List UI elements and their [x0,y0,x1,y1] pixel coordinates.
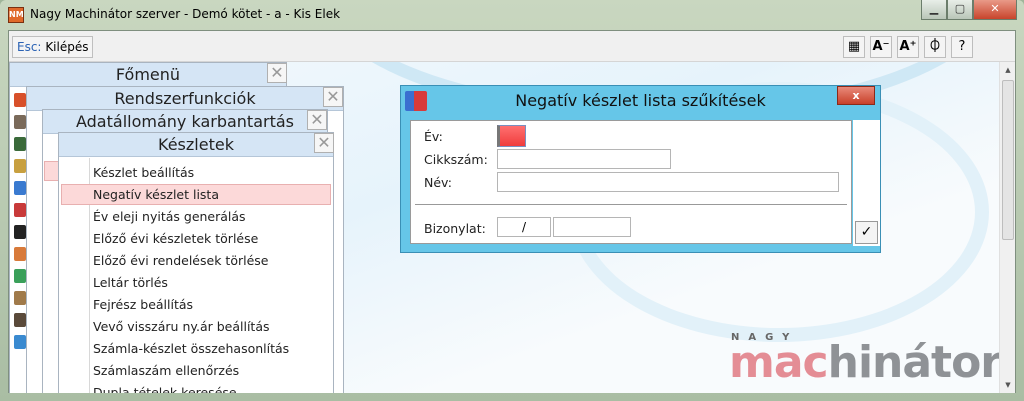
menu-item[interactable]: Számlaszám ellenőrzés [61,360,331,381]
menu-icon [14,159,26,173]
dialog-close-button[interactable]: x [837,86,875,105]
menu-icon [14,225,26,239]
menu-item[interactable]: Leltár törlés [61,272,331,293]
menu-item[interactable]: Év eleji nyitás generálás [61,206,331,227]
menu-list: Készlet beállítás Negatív készlet lista … [59,158,333,393]
toolbar: Esc: Kilépés ▦ A⁻ A⁺ ⏀ ? [9,31,1015,62]
menu-item[interactable]: Készlet beállítás [61,162,331,183]
logo-part1: mac [729,337,829,388]
close-icon[interactable]: ✕ [323,87,343,107]
ok-button[interactable]: ✓ [855,221,878,244]
panel-keszletek: Készletek ✕ Készlet beállítás Negatív ké… [58,132,334,393]
font-decrease-icon[interactable]: A⁻ [870,36,892,58]
help-icon[interactable]: ? [951,36,973,58]
menu-icon [14,203,26,217]
dialog-form: Év: Cikkszám: Név: Bizonylat: / [410,120,852,244]
logo-part2: hinátor [827,337,999,388]
ev-field[interactable] [497,125,526,147]
menu-icon [14,137,26,151]
grid-icon[interactable]: ▦ [843,36,865,58]
title-bar: NM Nagy Machinátor szerver - Demó kötet … [0,0,1024,30]
menu-item[interactable]: Előző évi készletek törlése [61,228,331,249]
menu-icon [14,181,26,195]
esc-key-label: Esc: [17,40,42,54]
menu-icon [14,247,26,261]
scroll-down-icon[interactable]: ▼ [1000,377,1016,393]
nev-label: Név: [424,175,452,190]
cikkszam-input[interactable] [497,149,671,169]
menu-icon [14,313,26,327]
menu-icon [14,115,26,129]
minimize-button[interactable]: ▁ [921,0,947,20]
ev-label: Év: [424,129,443,144]
menu-icon [14,269,26,283]
close-icon[interactable]: ✕ [307,110,327,130]
scroll-thumb[interactable] [1002,80,1014,240]
lifebuoy-icon[interactable]: ⏀ [924,36,946,58]
panel-title: Adatállomány karbantartás [43,110,327,134]
vertical-scrollbar[interactable]: ▲ ▼ [999,62,1015,393]
menu-item[interactable]: Vevő visszáru ny.ár beállítás [61,316,331,337]
panel-title: Rendszerfunkciók [27,87,343,111]
filter-dialog: Negatív készlet lista szűkítések x Év: C… [400,85,881,253]
close-button[interactable]: ✕ [973,0,1017,20]
menu-icon [14,93,26,107]
dialog-title: Negatív készlet lista szűkítések [515,91,766,110]
menu-icon [14,335,26,349]
menu-item[interactable]: Dupla tételek keresése [61,382,331,393]
menu-item-selected[interactable]: Negatív készlet lista [61,184,331,205]
exit-label: Kilépés [45,40,89,54]
menu-icon [14,291,26,305]
maximize-button[interactable]: ▢ [947,0,973,20]
close-icon[interactable]: ✕ [314,133,334,153]
exit-button[interactable]: Esc: Kilépés [12,36,94,58]
window-title: Nagy Machinátor szerver - Demó kötet - a… [30,7,341,21]
menu-item[interactable]: Számla-készlet összehasonlítás [61,338,331,359]
bizonylat-input-1[interactable]: / [497,217,551,237]
bizonylat-label: Bizonylat: [424,221,486,236]
cikkszam-label: Cikkszám: [424,152,488,167]
panel-title: Főmenü [10,63,286,87]
logo: NAGY machinátor [729,332,999,385]
app-icon: NM [8,7,24,23]
menu-item[interactable]: Előző évi rendelések törlése [61,250,331,271]
font-increase-icon[interactable]: A⁺ [897,36,919,58]
panel-title: Készletek [59,133,333,157]
scroll-up-icon[interactable]: ▲ [1000,62,1016,78]
menu-item[interactable]: Fejrész beállítás [61,294,331,315]
bizonylat-input-2[interactable] [553,217,631,237]
divider [415,204,847,205]
nev-input[interactable] [497,172,839,192]
close-icon[interactable]: ✕ [267,63,287,83]
